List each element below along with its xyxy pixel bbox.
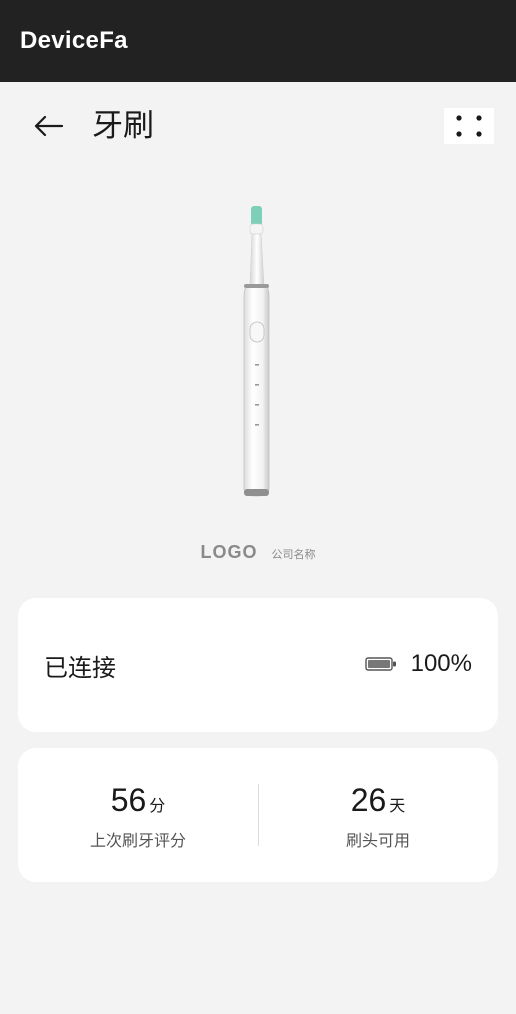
- back-button[interactable]: [26, 108, 70, 144]
- brush-head-label: 刷头可用: [345, 831, 410, 850]
- connection-status: 已连接: [44, 654, 116, 682]
- more-dots-icon: [456, 115, 482, 137]
- brushing-score-label: 上次刷牙评分: [89, 831, 186, 850]
- connection-status-card: 已连接 100%: [18, 598, 498, 732]
- page-header: 牙刷: [0, 82, 516, 170]
- toothbrush-image: [243, 206, 270, 497]
- brush-head-stat[interactable]: 26 天 刷头可用: [258, 748, 498, 882]
- app-bar: DeviceFa: [0, 0, 516, 82]
- brushing-score-stat[interactable]: 56 分 上次刷牙评分: [18, 748, 258, 882]
- brush-head-value: 26: [350, 782, 387, 818]
- battery-status: 100%: [364, 650, 472, 678]
- battery-percent: 100%: [410, 650, 472, 677]
- arrow-left-icon: [34, 115, 64, 137]
- page-title: 牙刷: [92, 108, 154, 144]
- brand-row: LOGO 公司名称: [0, 542, 516, 563]
- company-name: 公司名称: [271, 548, 316, 561]
- usage-stats-card: 56 分 上次刷牙评分 26 天 刷头可用: [18, 748, 498, 882]
- brand-logo: LOGO: [200, 542, 258, 562]
- brush-head-unit: 天: [389, 796, 406, 815]
- app-title: DeviceFa: [20, 27, 128, 54]
- device-hero: LOGO 公司名称: [0, 170, 516, 590]
- brushing-score-unit: 分: [149, 796, 166, 815]
- brushing-score-value: 56: [110, 782, 147, 818]
- more-button[interactable]: [444, 108, 494, 144]
- battery-icon: [364, 657, 396, 671]
